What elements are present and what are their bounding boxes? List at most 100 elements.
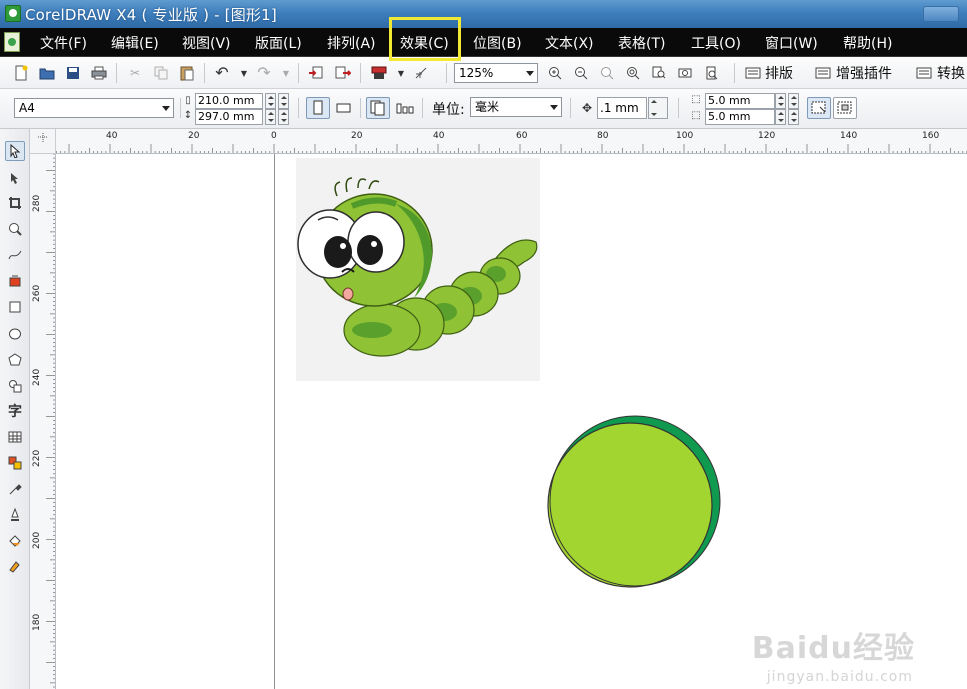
crop-tool-icon[interactable] — [5, 193, 25, 213]
table-tool-icon[interactable] — [5, 427, 25, 447]
drawing-canvas[interactable]: Baidu经验 jingyan.baidu.com — [56, 154, 967, 689]
menu-help[interactable]: 帮助(H) — [843, 33, 892, 53]
menu-effects[interactable]: 效果(C) — [400, 33, 449, 53]
duplicate-y-stepper[interactable] — [775, 109, 786, 125]
two-tone-circle[interactable] — [547, 415, 721, 588]
toolbar-separator — [734, 63, 735, 83]
redo-dropdown-icon[interactable]: ▼ — [277, 65, 295, 83]
zoom-in-icon[interactable] — [546, 64, 564, 82]
page-height-field[interactable]: 297.0 mm — [195, 109, 263, 125]
document-icon[interactable] — [4, 32, 20, 52]
all-pages-button[interactable] — [366, 97, 390, 119]
print-icon[interactable] — [90, 64, 108, 82]
nudge-field[interactable]: .1 mm — [597, 97, 647, 119]
snap-icon[interactable] — [412, 64, 430, 82]
shape-tool-icon[interactable] — [5, 168, 25, 188]
zoom-selected-icon[interactable] — [598, 64, 616, 82]
pick-tool-icon[interactable] — [5, 141, 25, 161]
menu-view[interactable]: 视图(V) — [182, 33, 231, 53]
ellipse-tool-icon[interactable] — [5, 324, 25, 344]
plugin-enhance-icon[interactable] — [814, 64, 832, 82]
duplicate-x-stepper[interactable] — [775, 93, 786, 109]
paper-size-value: A4 — [19, 101, 35, 115]
hruler-label: 0 — [271, 131, 277, 141]
save-icon[interactable] — [64, 64, 82, 82]
toolbar-separator — [678, 98, 679, 118]
zoom-page-icon[interactable] — [650, 64, 668, 82]
polygon-tool-icon[interactable] — [5, 350, 25, 370]
zoom-level-combo[interactable]: 125% — [454, 63, 538, 83]
rectangle-tool-icon[interactable] — [5, 297, 25, 317]
smart-fill-icon[interactable] — [5, 271, 25, 291]
plugin-convert-icon[interactable] — [915, 64, 933, 82]
treat-as-filled-button[interactable] — [807, 97, 831, 119]
menu-table[interactable]: 表格(T) — [618, 33, 665, 53]
page-height-stepper-alt[interactable] — [278, 109, 289, 125]
plugin-typeset-icon[interactable] — [744, 64, 762, 82]
duplicate-x-stepper-alt[interactable] — [788, 93, 799, 109]
chevron-down-icon — [162, 106, 170, 111]
zoom-width-icon[interactable] — [676, 64, 694, 82]
interactive-blend-icon[interactable] — [5, 453, 25, 473]
units-combo[interactable]: 毫米 — [470, 97, 562, 117]
page-width-stepper-alt[interactable] — [278, 93, 289, 109]
zoom-height-icon[interactable] — [702, 64, 720, 82]
menu-file[interactable]: 文件(F) — [40, 33, 87, 53]
undo-dropdown-icon[interactable]: ▼ — [235, 65, 253, 83]
copy-icon[interactable] — [152, 64, 170, 82]
text-tool-icon[interactable]: 字 — [5, 401, 25, 421]
eyedropper-tool-icon[interactable] — [5, 479, 25, 499]
zoom-out-icon[interactable] — [572, 64, 590, 82]
portrait-button[interactable] — [306, 97, 330, 119]
import-icon[interactable] — [307, 64, 325, 82]
nudge-stepper[interactable] — [648, 97, 668, 119]
chevron-down-icon — [526, 71, 534, 76]
draw-object-button[interactable] — [833, 97, 857, 119]
paper-size-combo[interactable]: A4 — [14, 98, 174, 118]
vruler-label: 280 — [32, 194, 42, 212]
export-icon[interactable] — [334, 64, 352, 82]
plugin-enhance-label[interactable]: 增强插件 — [836, 63, 892, 83]
redo-icon[interactable]: ↷ — [255, 64, 273, 82]
cut-icon[interactable]: ✂ — [126, 64, 144, 82]
freehand-tool-icon[interactable] — [5, 245, 25, 265]
caterpillar-image[interactable] — [297, 177, 538, 357]
menu-arrange[interactable]: 排列(A) — [327, 33, 376, 53]
open-icon[interactable] — [38, 64, 56, 82]
window-control-button[interactable] — [923, 6, 959, 22]
landscape-button[interactable] — [332, 97, 356, 119]
page-width-stepper[interactable] — [265, 93, 276, 109]
nudge-icon: ✥ — [581, 101, 593, 115]
outline-tool-icon[interactable] — [5, 505, 25, 525]
launcher-dropdown-icon[interactable]: ▼ — [392, 65, 410, 83]
fill-tool-icon[interactable] — [5, 531, 25, 551]
undo-icon[interactable]: ↶ — [213, 64, 231, 82]
horizontal-ruler[interactable]: 40 20 0 20 40 60 80 100 120 140 160 — [56, 129, 967, 154]
vertical-ruler[interactable]: 280 260 240 220 200 180 — [30, 154, 56, 689]
menu-bitmaps[interactable]: 位图(B) — [473, 33, 522, 53]
current-page-button[interactable] — [393, 97, 417, 119]
interactive-fill-icon[interactable] — [5, 557, 25, 577]
paste-icon[interactable] — [178, 64, 196, 82]
hruler-label: 80 — [597, 131, 609, 141]
launcher-icon[interactable] — [370, 64, 388, 82]
plugin-convert-label[interactable]: 转换 — [937, 63, 965, 83]
menu-window[interactable]: 窗口(W) — [765, 33, 818, 53]
basic-shapes-icon[interactable] — [5, 376, 25, 396]
duplicate-y-stepper-alt[interactable] — [788, 109, 799, 125]
zoom-all-icon[interactable] — [624, 64, 642, 82]
menu-edit[interactable]: 编辑(E) — [111, 33, 159, 53]
duplicate-y-field[interactable]: 5.0 mm — [705, 109, 775, 125]
menu-tools[interactable]: 工具(O) — [691, 33, 741, 53]
page-height-stepper[interactable] — [265, 109, 276, 125]
menu-text[interactable]: 文本(X) — [545, 33, 594, 53]
page-width-field[interactable]: 210.0 mm — [195, 93, 263, 109]
menu-layout[interactable]: 版面(L) — [255, 33, 302, 53]
plugin-typeset-label[interactable]: 排版 — [765, 63, 793, 83]
duplicate-x-field[interactable]: 5.0 mm — [705, 93, 775, 109]
zoom-tool-icon[interactable] — [5, 219, 25, 239]
ruler-origin-corner[interactable] — [30, 129, 56, 154]
new-icon[interactable] — [12, 64, 30, 82]
toolbar-separator — [570, 98, 571, 118]
canvas-artwork — [297, 177, 721, 588]
